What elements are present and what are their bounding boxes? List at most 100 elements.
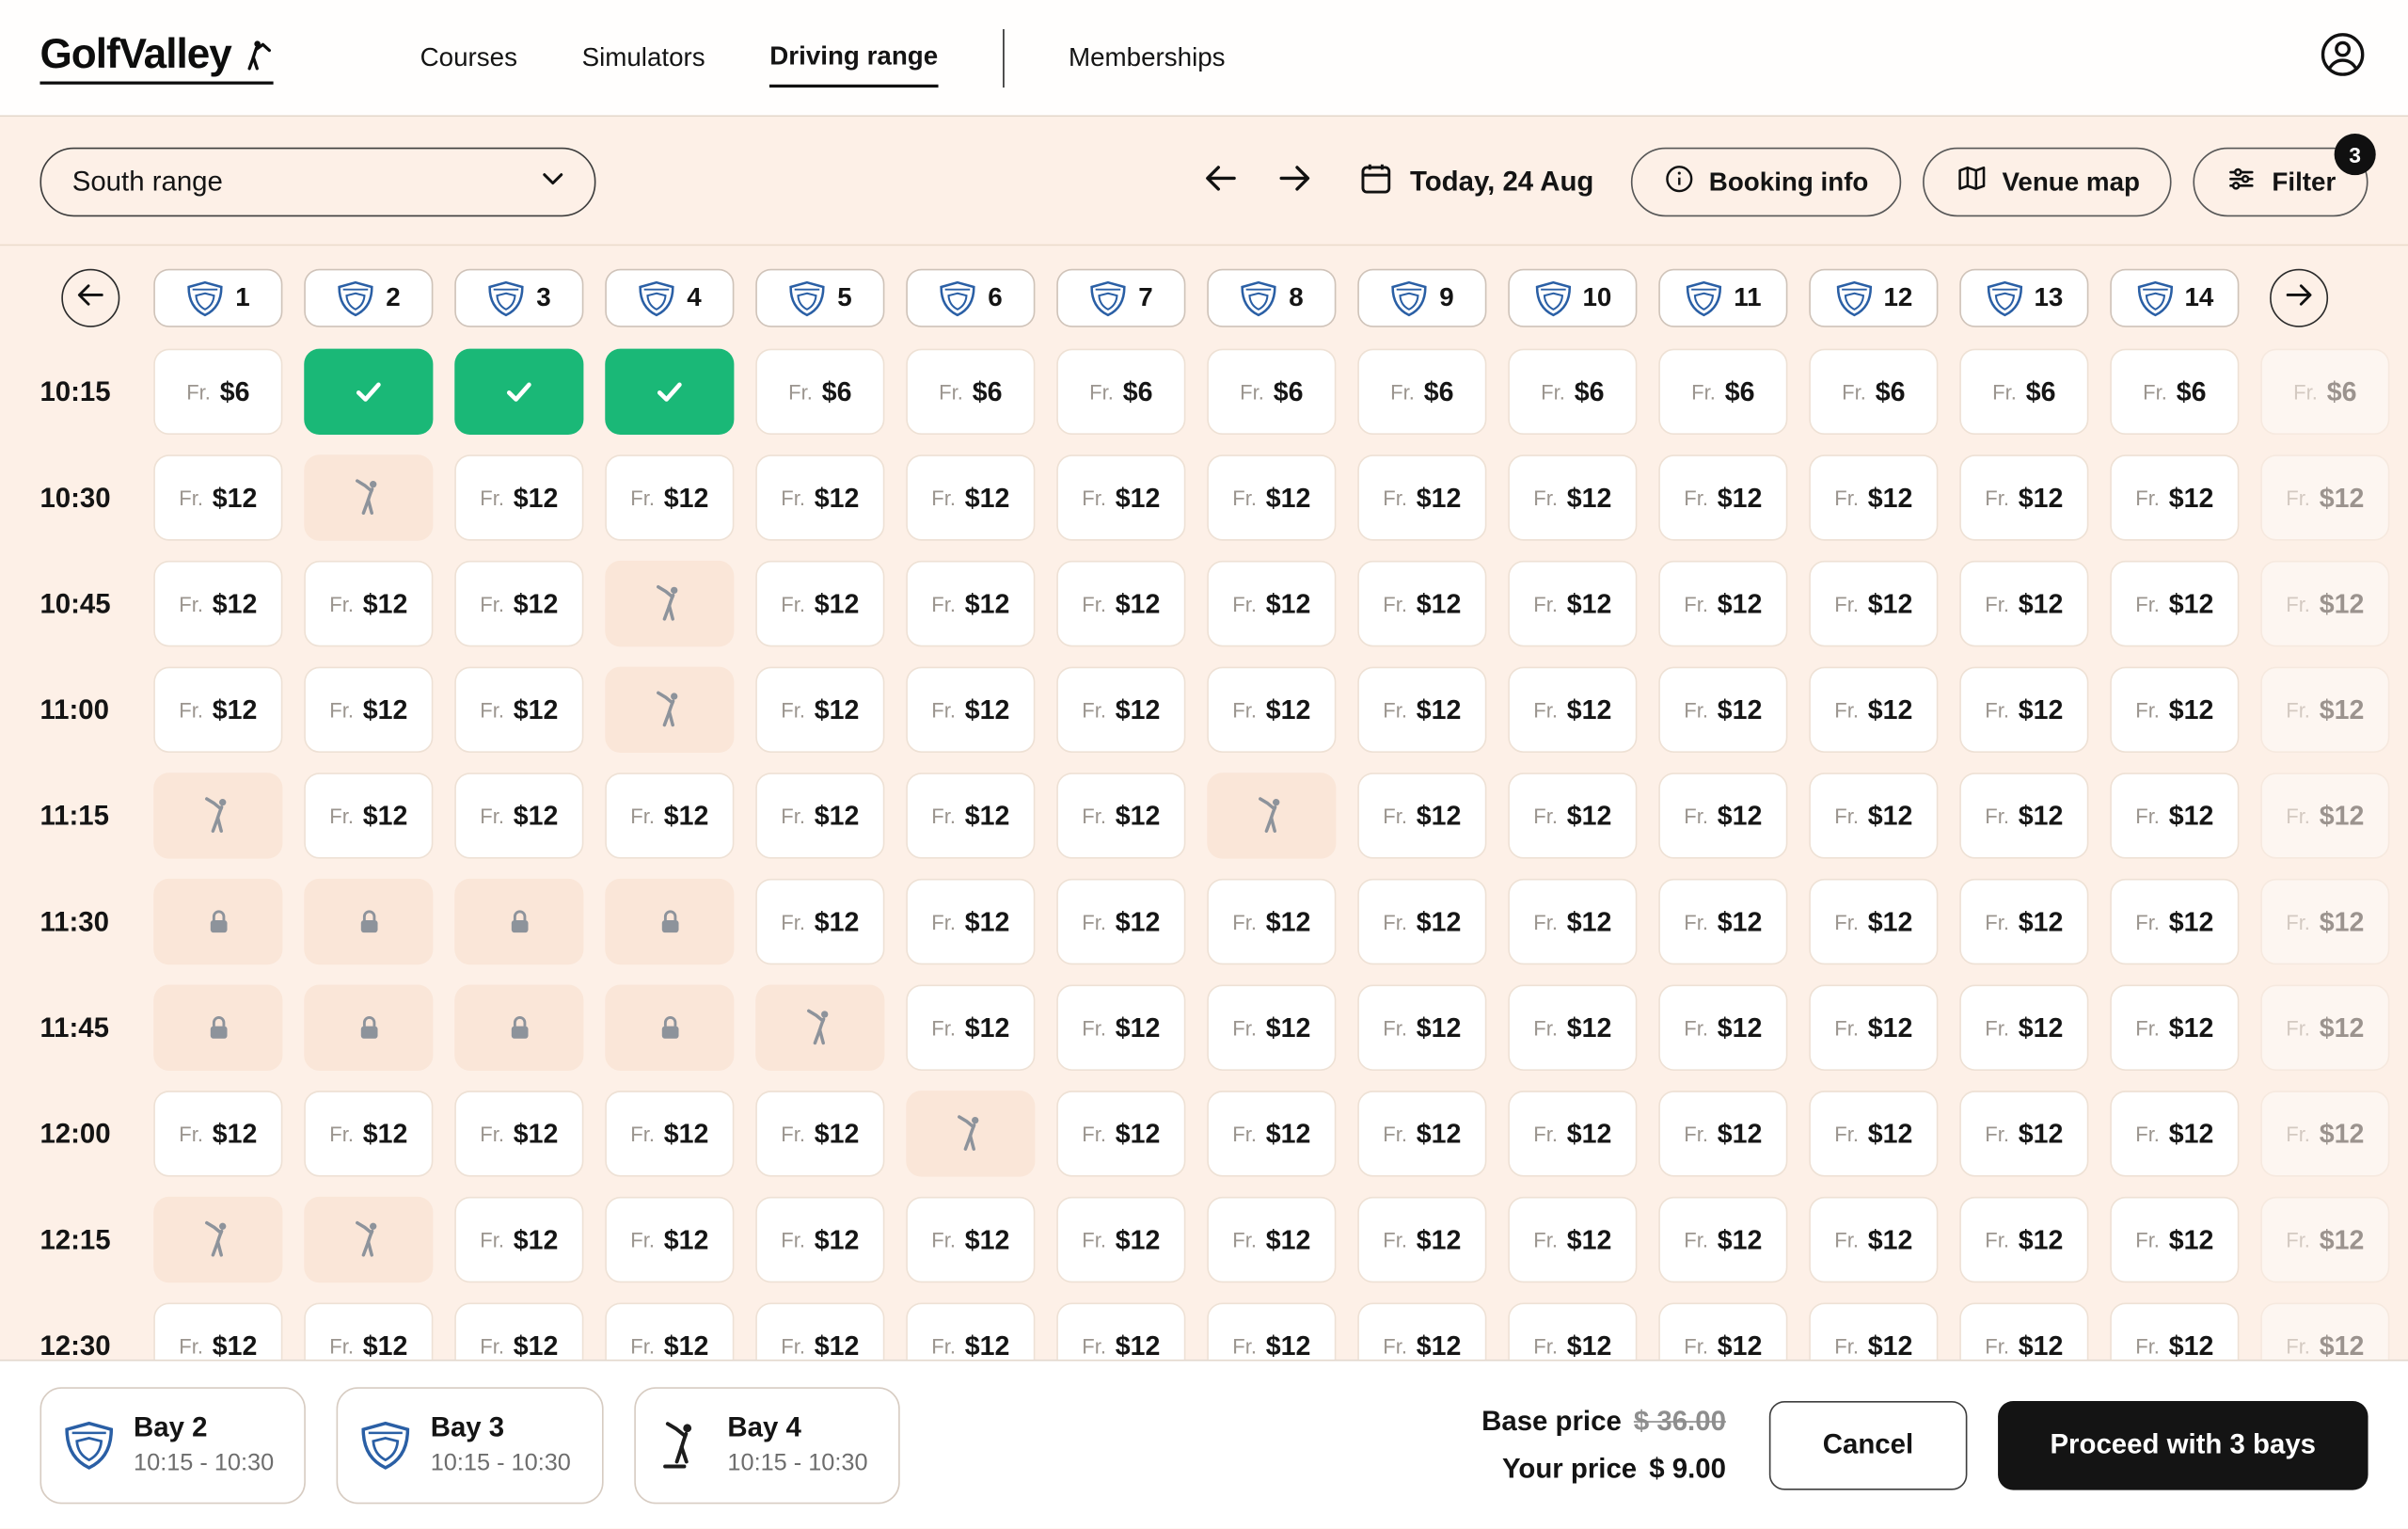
slot-11:15-bay-7[interactable]: Fr.$12 [1056,772,1185,858]
slot-10:45-bay-7[interactable]: Fr.$12 [1056,561,1185,646]
filter-button[interactable]: Filter 3 [2194,148,2368,216]
slot-11:15-bay-6[interactable]: Fr.$12 [906,772,1035,858]
slot-11:45-bay-6[interactable]: Fr.$12 [906,985,1035,1071]
slot-11:30-bay-11[interactable]: Fr.$12 [1658,879,1787,964]
range-select[interactable]: South range [40,148,595,216]
slot-11:00-bay-1[interactable]: Fr.$12 [153,667,282,753]
slot-11:15-bay-14[interactable]: Fr.$12 [2110,772,2239,858]
booking-info-button[interactable]: Booking info [1631,148,1901,216]
slot-11:15-bay-5[interactable]: Fr.$12 [755,772,884,858]
slot-11:15-bay-4[interactable]: Fr.$12 [605,772,734,858]
slot-12:15-bay-10[interactable]: Fr.$12 [1508,1197,1637,1282]
slot-11:00-bay-13[interactable]: Fr.$12 [1959,667,2088,753]
slot-12:15-bay-3[interactable]: Fr.$12 [454,1197,583,1282]
brand-logo[interactable]: GolfValley [40,31,272,85]
slot-12:15-bay-13[interactable]: Fr.$12 [1959,1197,2088,1282]
slot-12:00-bay-7[interactable]: Fr.$12 [1056,1091,1185,1176]
slot-11:45-bay-10[interactable]: Fr.$12 [1508,985,1637,1071]
slot-10:30-bay-4[interactable]: Fr.$12 [605,454,734,540]
next-day-button[interactable] [1269,156,1322,209]
slot-12:15-bay-4[interactable]: Fr.$12 [605,1197,734,1282]
slot-10:15-bay-8[interactable]: Fr.$6 [1207,349,1336,435]
slot-12:15-bay-5[interactable]: Fr.$12 [755,1197,884,1282]
slot-12:00-bay-5[interactable]: Fr.$12 [755,1091,884,1176]
slot-10:15-bay-10[interactable]: Fr.$6 [1508,349,1637,435]
slot-12:00-bay-15[interactable]: Fr.$12 [2260,1091,2389,1176]
slot-10:30-bay-1[interactable]: Fr.$12 [153,454,282,540]
slot-10:15-bay-5[interactable]: Fr.$6 [755,349,884,435]
slot-11:00-bay-9[interactable]: Fr.$12 [1357,667,1486,753]
slot-10:45-bay-15[interactable]: Fr.$12 [2260,561,2389,646]
slot-10:30-bay-14[interactable]: Fr.$12 [2110,454,2239,540]
slot-10:15-bay-2[interactable] [304,349,433,435]
slot-10:45-bay-1[interactable]: Fr.$12 [153,561,282,646]
proceed-button[interactable]: Proceed with 3 bays [1998,1400,2368,1489]
slot-11:30-bay-10[interactable]: Fr.$12 [1508,879,1637,964]
slot-10:15-bay-12[interactable]: Fr.$6 [1809,349,1938,435]
slot-12:00-bay-2[interactable]: Fr.$12 [304,1091,433,1176]
slot-11:30-bay-7[interactable]: Fr.$12 [1056,879,1185,964]
slot-12:15-bay-9[interactable]: Fr.$12 [1357,1197,1486,1282]
slot-12:00-bay-13[interactable]: Fr.$12 [1959,1091,2088,1176]
slot-12:00-bay-4[interactable]: Fr.$12 [605,1091,734,1176]
scroll-bays-right-button[interactable] [2270,269,2328,327]
slot-10:30-bay-11[interactable]: Fr.$12 [1658,454,1787,540]
slot-10:15-bay-1[interactable]: Fr.$6 [153,349,282,435]
slot-11:00-bay-5[interactable]: Fr.$12 [755,667,884,753]
slot-12:15-bay-11[interactable]: Fr.$12 [1658,1197,1787,1282]
slot-11:45-bay-9[interactable]: Fr.$12 [1357,985,1486,1071]
slot-10:45-bay-14[interactable]: Fr.$12 [2110,561,2239,646]
slot-10:45-bay-9[interactable]: Fr.$12 [1357,561,1486,646]
slot-10:30-bay-12[interactable]: Fr.$12 [1809,454,1938,540]
slot-11:45-bay-12[interactable]: Fr.$12 [1809,985,1938,1071]
slot-10:45-bay-5[interactable]: Fr.$12 [755,561,884,646]
slot-12:00-bay-8[interactable]: Fr.$12 [1207,1091,1336,1176]
slot-12:00-bay-11[interactable]: Fr.$12 [1658,1091,1787,1176]
slot-11:15-bay-9[interactable]: Fr.$12 [1357,772,1486,858]
slot-10:15-bay-7[interactable]: Fr.$6 [1056,349,1185,435]
slot-10:30-bay-13[interactable]: Fr.$12 [1959,454,2088,540]
slot-12:00-bay-10[interactable]: Fr.$12 [1508,1091,1637,1176]
slot-11:30-bay-9[interactable]: Fr.$12 [1357,879,1486,964]
slot-11:30-bay-8[interactable]: Fr.$12 [1207,879,1336,964]
slot-11:15-bay-3[interactable]: Fr.$12 [454,772,583,858]
slot-10:30-bay-15[interactable]: Fr.$12 [2260,454,2389,540]
slot-10:45-bay-13[interactable]: Fr.$12 [1959,561,2088,646]
slot-11:00-bay-7[interactable]: Fr.$12 [1056,667,1185,753]
slot-10:30-bay-3[interactable]: Fr.$12 [454,454,583,540]
prev-day-button[interactable] [1195,156,1247,209]
slot-10:45-bay-3[interactable]: Fr.$12 [454,561,583,646]
slot-12:15-bay-8[interactable]: Fr.$12 [1207,1197,1336,1282]
slot-10:30-bay-10[interactable]: Fr.$12 [1508,454,1637,540]
slot-11:15-bay-10[interactable]: Fr.$12 [1508,772,1637,858]
slot-11:00-bay-10[interactable]: Fr.$12 [1508,667,1637,753]
slot-10:30-bay-9[interactable]: Fr.$12 [1357,454,1486,540]
slot-10:15-bay-15[interactable]: Fr.$6 [2260,349,2389,435]
slot-10:15-bay-14[interactable]: Fr.$6 [2110,349,2239,435]
slot-10:15-bay-6[interactable]: Fr.$6 [906,349,1035,435]
nav-courses[interactable]: Courses [420,30,517,86]
slot-12:00-bay-12[interactable]: Fr.$12 [1809,1091,1938,1176]
cancel-button[interactable]: Cancel [1769,1400,1968,1489]
slot-11:30-bay-5[interactable]: Fr.$12 [755,879,884,964]
slot-10:45-bay-11[interactable]: Fr.$12 [1658,561,1787,646]
slot-11:30-bay-15[interactable]: Fr.$12 [2260,879,2389,964]
slot-11:45-bay-7[interactable]: Fr.$12 [1056,985,1185,1071]
slot-11:45-bay-8[interactable]: Fr.$12 [1207,985,1336,1071]
slot-11:45-bay-15[interactable]: Fr.$12 [2260,985,2389,1071]
nav-simulators[interactable]: Simulators [582,30,705,86]
slot-11:00-bay-6[interactable]: Fr.$12 [906,667,1035,753]
slot-11:15-bay-15[interactable]: Fr.$12 [2260,772,2389,858]
slot-10:45-bay-8[interactable]: Fr.$12 [1207,561,1336,646]
slot-10:30-bay-7[interactable]: Fr.$12 [1056,454,1185,540]
slot-11:00-bay-8[interactable]: Fr.$12 [1207,667,1336,753]
slot-11:45-bay-11[interactable]: Fr.$12 [1658,985,1787,1071]
selected-bay-chip[interactable]: Bay 210:15 - 10:30 [40,1386,306,1503]
slot-12:15-bay-7[interactable]: Fr.$12 [1056,1197,1185,1282]
slot-10:15-bay-4[interactable] [605,349,734,435]
slot-11:15-bay-2[interactable]: Fr.$12 [304,772,433,858]
date-display[interactable]: Today, 24 Aug [1357,160,1593,204]
account-button[interactable] [2318,28,2368,87]
slot-12:00-bay-14[interactable]: Fr.$12 [2110,1091,2239,1176]
slot-10:15-bay-13[interactable]: Fr.$6 [1959,349,2088,435]
